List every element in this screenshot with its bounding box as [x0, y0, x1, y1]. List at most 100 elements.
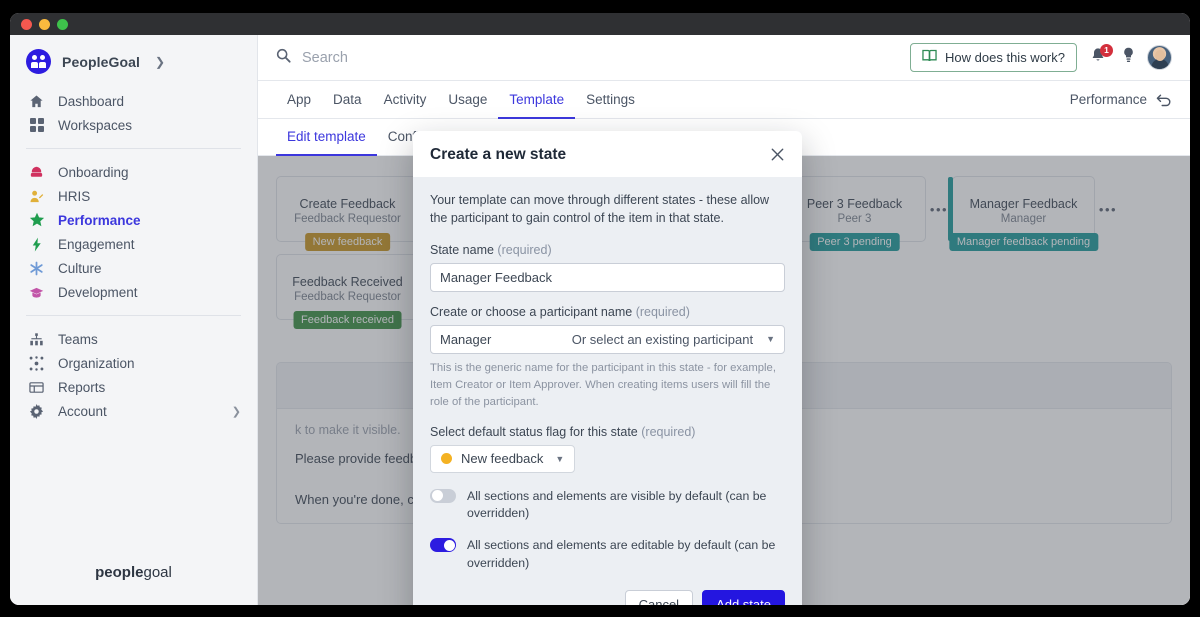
sidebar-item-performance[interactable]: Performance	[10, 208, 257, 232]
subtab-edit-template[interactable]: Edit template	[276, 119, 377, 156]
sidebar-item-label: Dashboard	[58, 93, 125, 109]
sidebar-item-dashboard[interactable]: Dashboard	[10, 89, 257, 113]
participant-value: Manager	[440, 331, 492, 347]
participant-label: Create or choose a participant name (req…	[430, 305, 785, 319]
sidebar-item-label: Onboarding	[58, 164, 129, 180]
window-close-dot[interactable]	[21, 18, 32, 30]
status-flag-select[interactable]: New feedback ▼	[430, 444, 576, 473]
chevron-down-icon: ▼	[766, 334, 775, 345]
teams-icon	[28, 331, 45, 348]
close-icon[interactable]	[769, 146, 785, 162]
footer-logo-bold: people	[95, 564, 144, 581]
reports-icon	[28, 379, 45, 396]
tab-activity[interactable]: Activity	[373, 81, 438, 119]
sidebar-item-label: Account	[58, 403, 107, 419]
sidebar-group-main: Dashboard Workspaces	[10, 87, 257, 145]
tab-usage[interactable]: Usage	[437, 81, 498, 119]
participant-helper-text: This is the generic name for the partici…	[430, 361, 776, 408]
visible-by-default-toggle[interactable]	[430, 488, 456, 503]
organization-icon	[28, 355, 45, 372]
tab-settings[interactable]: Settings	[575, 81, 646, 119]
modal-body: Your template can move through different…	[413, 177, 802, 572]
sidebar-item-label: Teams	[58, 331, 98, 347]
sidebar-item-development[interactable]: Development	[10, 280, 257, 304]
participant-label-text: Create or choose a participant name	[430, 304, 633, 319]
modal-header: Create a new state	[413, 131, 802, 177]
status-flag-dot-icon	[441, 453, 452, 465]
status-flag-label-text: Select default status flag for this stat…	[430, 424, 638, 439]
topbar: How does this work? 1	[258, 35, 1190, 81]
sidebar-item-label: Performance	[58, 212, 141, 228]
grid-icon	[28, 117, 45, 134]
sidebar-item-engagement[interactable]: Engagement	[10, 232, 257, 256]
state-name-field: State name (required)	[430, 243, 785, 292]
sidebar-item-reports[interactable]: Reports	[10, 375, 257, 399]
search-icon	[276, 48, 291, 68]
tab-app[interactable]: App	[276, 81, 322, 119]
sidebar-item-label: Engagement	[58, 236, 135, 252]
sidebar-item-account[interactable]: Account ❯	[10, 399, 257, 423]
sidebar-item-workspaces[interactable]: Workspaces	[10, 113, 257, 137]
notifications-button[interactable]: 1	[1087, 43, 1113, 69]
sidebar-item-label: HRIS	[58, 188, 91, 204]
visible-by-default-label: All sections and elements are visible by…	[467, 488, 767, 521]
book-icon	[922, 49, 937, 66]
state-name-label-text: State name	[430, 242, 494, 257]
avatar[interactable]	[1147, 45, 1172, 70]
window-minimize-dot[interactable]	[39, 18, 50, 30]
brand[interactable]: PeopleGoal ❯	[10, 35, 257, 87]
status-flag-field: Select default status flag for this stat…	[430, 425, 785, 473]
sidebar-item-onboarding[interactable]: Onboarding	[10, 160, 257, 184]
sidebar: PeopleGoal ❯ Dashboard Workspaces Onboar…	[10, 35, 258, 605]
app-window: PeopleGoal ❯ Dashboard Workspaces Onboar…	[10, 13, 1190, 605]
bolt-icon	[28, 236, 45, 253]
participant-combobox[interactable]: Manager Or select an existing participan…	[430, 324, 785, 354]
onboarding-icon	[28, 164, 45, 181]
chevron-right-icon: ❯	[231, 405, 241, 418]
sidebar-item-hris[interactable]: HRIS	[10, 184, 257, 208]
visible-by-default-row: All sections and elements are visible by…	[430, 488, 785, 523]
sidebar-footer-logo: peoplegoal	[10, 564, 257, 605]
hris-icon	[28, 188, 45, 205]
search-bar[interactable]	[276, 48, 900, 68]
editable-by-default-label: All sections and elements are editable b…	[467, 538, 776, 570]
modal-intro-text: Your template can move through different…	[430, 193, 770, 226]
sidebar-item-organization[interactable]: Organization	[10, 351, 257, 375]
tips-button[interactable]	[1119, 47, 1137, 69]
add-state-button[interactable]: Add state	[702, 590, 785, 605]
sidebar-divider-2	[26, 315, 241, 316]
chevron-down-icon: ▼	[555, 453, 565, 464]
sidebar-item-label: Reports	[58, 379, 106, 395]
sidebar-item-label: Organization	[58, 355, 135, 371]
status-flag-required: (required)	[641, 424, 696, 439]
tab-template[interactable]: Template	[498, 81, 576, 119]
participant-field: Create or choose a participant name (req…	[430, 305, 785, 411]
peoplegoal-logo-icon	[26, 49, 51, 74]
sidebar-item-teams[interactable]: Teams	[10, 327, 257, 351]
how-does-this-work-button[interactable]: How does this work?	[910, 43, 1077, 72]
window-zoom-dot[interactable]	[57, 18, 68, 30]
home-icon	[28, 93, 45, 110]
editable-by-default-row: All sections and elements are editable b…	[430, 537, 785, 572]
sidebar-group-modules: Onboarding HRIS Performance Engagement C…	[10, 158, 257, 312]
status-flag-value: New feedback	[461, 451, 544, 467]
search-input[interactable]	[302, 49, 562, 66]
sidebar-item-label: Workspaces	[58, 117, 133, 133]
editable-by-default-toggle[interactable]	[430, 538, 456, 553]
tab-data[interactable]: Data	[322, 81, 373, 119]
sidebar-divider-1	[26, 148, 241, 149]
sidebar-item-label: Culture	[58, 260, 102, 276]
help-button-label: How does this work?	[945, 50, 1065, 65]
sidebar-item-label: Development	[58, 284, 138, 300]
state-name-input[interactable]	[430, 262, 785, 292]
window-titlebar	[10, 13, 1190, 35]
star-icon	[28, 212, 45, 229]
status-flag-label: Select default status flag for this stat…	[430, 425, 785, 439]
create-state-modal: Create a new state Your template can mov…	[413, 131, 802, 605]
sidebar-item-culture[interactable]: Culture	[10, 256, 257, 280]
participant-hint: Or select an existing participant	[571, 331, 754, 347]
cancel-button[interactable]: Cancel	[624, 590, 694, 605]
undo-icon[interactable]	[1156, 93, 1172, 107]
sidebar-group-admin: Teams Organization Reports Account ❯	[10, 325, 257, 431]
state-name-label: State name (required)	[430, 243, 785, 257]
